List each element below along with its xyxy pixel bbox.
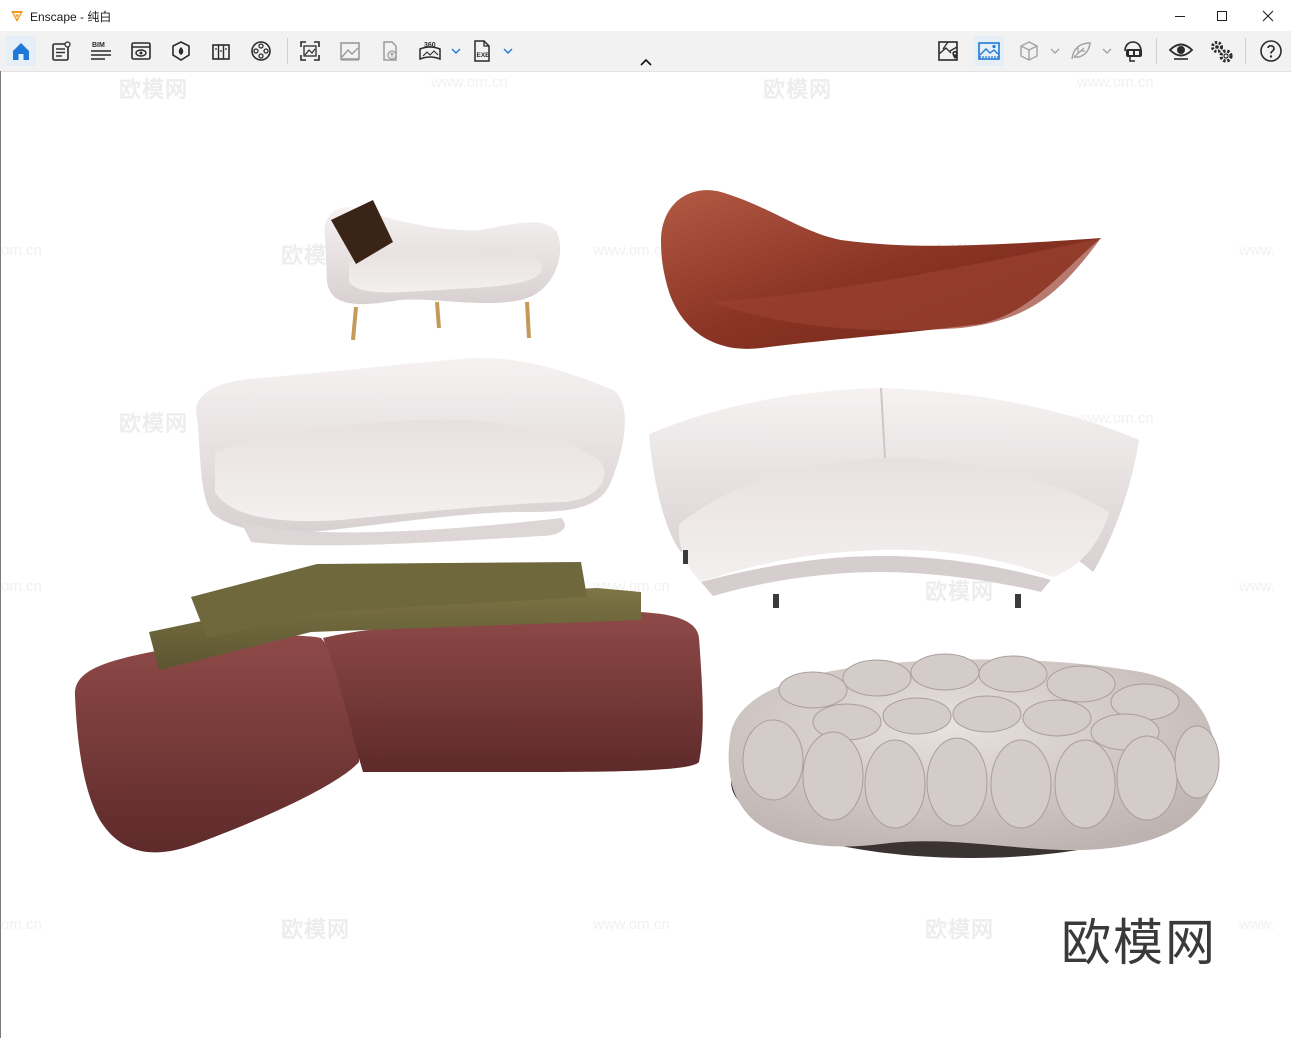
scene-models bbox=[74, 190, 1220, 858]
batch-render-icon bbox=[340, 42, 360, 61]
vr-headset-icon bbox=[1124, 41, 1142, 62]
bim-button[interactable]: BIM bbox=[86, 36, 116, 66]
home-button[interactable] bbox=[6, 36, 36, 66]
scene-view-button[interactable] bbox=[974, 36, 1004, 66]
upload-button[interactable] bbox=[375, 36, 405, 66]
close-icon bbox=[1262, 10, 1274, 21]
view-management-icon bbox=[131, 42, 151, 60]
scene-view-icon bbox=[978, 42, 1000, 60]
export-dropdown-chevron-icon[interactable] bbox=[503, 46, 513, 56]
view-management-button[interactable] bbox=[126, 36, 156, 66]
cube-icon bbox=[1020, 41, 1038, 61]
help-icon bbox=[1260, 40, 1282, 62]
export-exe-label: EXE bbox=[477, 52, 491, 59]
leaf-icon bbox=[1071, 42, 1091, 60]
document-name: 纯白 bbox=[87, 10, 112, 24]
project-info-icon bbox=[52, 41, 71, 61]
bim-icon: BIM bbox=[91, 42, 111, 60]
arc-sectional-sofa-white bbox=[649, 387, 1139, 608]
maximize-button[interactable] bbox=[1199, 0, 1245, 31]
screenshot-icon bbox=[300, 41, 320, 61]
video-editor-button[interactable] bbox=[246, 36, 276, 66]
batch-render-button[interactable] bbox=[335, 36, 365, 66]
bubble-sofa-boucle bbox=[728, 653, 1220, 858]
asset-library-icon bbox=[212, 44, 230, 60]
settings-button[interactable] bbox=[1206, 36, 1236, 66]
map-location-button[interactable] bbox=[934, 36, 964, 66]
enscape-logo-icon bbox=[11, 11, 23, 22]
cube-button[interactable] bbox=[1014, 36, 1044, 66]
cube-dropdown-chevron-icon[interactable] bbox=[1050, 46, 1060, 56]
leaf-dropdown-chevron-icon[interactable] bbox=[1102, 46, 1112, 56]
upload-icon bbox=[383, 41, 397, 61]
live-update-button[interactable] bbox=[1166, 36, 1196, 66]
collapse-toolbar-chevron-icon[interactable] bbox=[639, 57, 653, 67]
render-viewport[interactable]: 欧模网 www.om.cn 欧模网 www.om.cn om.cn 欧模网 ww… bbox=[1, 72, 1291, 1038]
app-name: Enscape bbox=[30, 10, 77, 24]
maximize-icon bbox=[1217, 10, 1227, 21]
panorama-360-button[interactable]: 360 bbox=[415, 36, 445, 66]
minimize-button[interactable] bbox=[1157, 0, 1203, 31]
brand-watermark-logo: 欧模网 bbox=[1061, 915, 1217, 971]
screenshot-button[interactable] bbox=[295, 36, 325, 66]
export-exe-button[interactable]: EXE bbox=[467, 36, 497, 66]
close-button[interactable] bbox=[1245, 0, 1291, 31]
curved-sofa-white bbox=[196, 357, 625, 546]
title-separator: - bbox=[76, 10, 88, 24]
toolbar-separator-help bbox=[1245, 38, 1246, 64]
material-editor-icon bbox=[172, 41, 190, 61]
toolbar-separator-right bbox=[1156, 38, 1157, 64]
home-icon bbox=[13, 43, 29, 60]
live-update-eye-icon bbox=[1168, 43, 1194, 60]
title-bar: Enscape - 纯白 bbox=[0, 0, 1291, 31]
vr-headset-button[interactable] bbox=[1118, 36, 1148, 66]
map-location-icon bbox=[938, 41, 958, 61]
sculptural-lounger-rust bbox=[661, 190, 1101, 349]
panorama-360-icon: 360 bbox=[419, 42, 441, 61]
minimize-icon bbox=[1175, 15, 1185, 17]
window-title: Enscape - 纯白 bbox=[30, 8, 111, 25]
chaise-sofa-white bbox=[324, 200, 561, 341]
help-button[interactable] bbox=[1256, 36, 1286, 66]
leaf-button[interactable] bbox=[1066, 36, 1096, 66]
bim-label: BIM bbox=[92, 42, 105, 49]
material-editor-button[interactable] bbox=[166, 36, 196, 66]
panorama-dropdown-chevron-icon[interactable] bbox=[451, 46, 461, 56]
modular-sofa-burgundy-olive bbox=[74, 562, 703, 853]
project-info-button[interactable] bbox=[46, 36, 76, 66]
asset-library-button[interactable] bbox=[206, 36, 236, 66]
settings-gears-icon bbox=[1211, 41, 1233, 63]
video-editor-icon bbox=[251, 41, 271, 61]
toolbar-separator bbox=[287, 38, 288, 64]
export-exe-icon: EXE bbox=[474, 40, 491, 62]
